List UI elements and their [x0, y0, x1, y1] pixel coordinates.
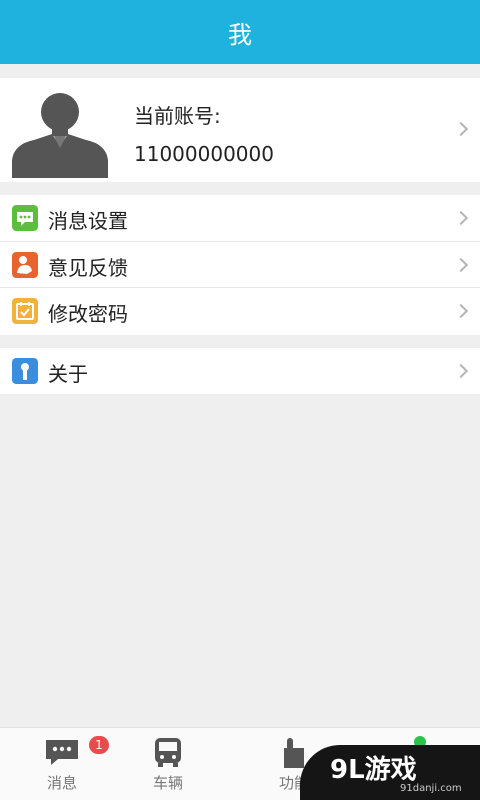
menu-item-change-password[interactable]: 修改密码: [0, 288, 480, 335]
menu-item-about[interactable]: 关于: [0, 348, 480, 395]
chevron-right-icon: [453, 363, 469, 379]
menu-item-label: 意见反馈: [48, 255, 128, 280]
tab-messages[interactable]: 1 消息: [2, 728, 122, 800]
chevron-right-icon: [453, 121, 469, 137]
menu-item-label: 关于: [48, 362, 88, 386]
unread-badge: 1: [89, 736, 109, 754]
account-value: 11000000000: [134, 142, 274, 166]
watermark-url: 91danji.com: [400, 783, 462, 794]
tab-vehicles[interactable]: 车辆: [108, 728, 228, 800]
chevron-right-icon: [453, 304, 469, 319]
tab-label: 车辆: [152, 774, 183, 792]
bus-icon: [155, 738, 181, 767]
menu-item-feedback[interactable]: 意见反馈: [0, 242, 480, 289]
watermark: 9L游戏 91danji.com: [300, 745, 480, 800]
page-title: 我: [228, 20, 252, 49]
message-icon: [46, 740, 78, 765]
about-icon: [12, 358, 38, 384]
avatar: [12, 93, 108, 178]
top-bar: 我: [0, 0, 480, 64]
settings-group: 消息设置 意见反馈 修改密码: [0, 195, 480, 335]
account-label: 当前账号:: [134, 104, 221, 128]
menu-item-message-settings[interactable]: 消息设置: [0, 195, 480, 242]
watermark-logo: 9L游戏: [330, 755, 417, 785]
tab-label: 消息: [46, 774, 77, 792]
chevron-right-icon: [453, 210, 469, 226]
menu-item-label: 消息设置: [48, 209, 128, 233]
menu-item-label: 修改密码: [48, 302, 128, 327]
feedback-icon: [12, 251, 38, 278]
chevron-right-icon: [453, 257, 469, 272]
about-group: 关于: [0, 348, 480, 394]
profile-card[interactable]: 当前账号: 11000000000: [0, 78, 480, 182]
password-icon: [12, 298, 38, 325]
message-settings-icon: [12, 205, 38, 231]
